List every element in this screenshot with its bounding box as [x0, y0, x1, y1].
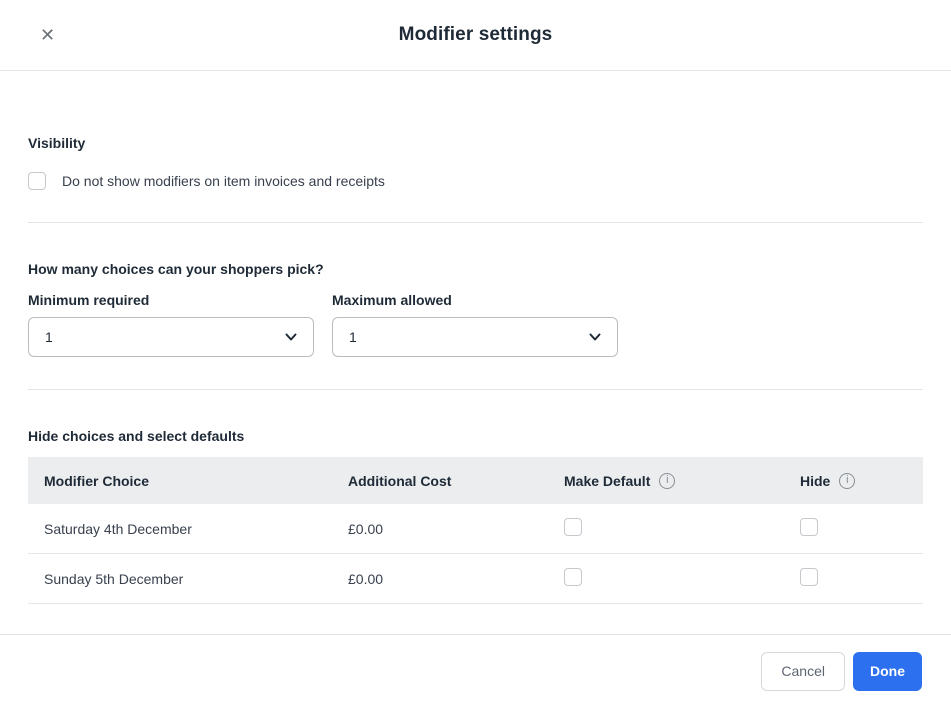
maximum-allowed-field: Maximum allowed 1 [332, 292, 618, 357]
table-row: Sunday 5th December £0.00 [28, 554, 923, 604]
visibility-checkbox-row: Do not show modifiers on item invoices a… [28, 172, 923, 190]
maximum-allowed-select[interactable]: 1 [332, 317, 618, 357]
hide-modifiers-checkbox[interactable] [28, 172, 46, 190]
info-icon[interactable]: i [659, 473, 675, 489]
modifier-choice-name: Saturday 4th December [28, 521, 348, 537]
hide-checkbox[interactable] [800, 568, 818, 586]
modal-header: ✕ Modifier settings [0, 0, 951, 71]
column-header-make-default: Make Default i [564, 473, 800, 489]
table-row: Saturday 4th December £0.00 [28, 504, 923, 554]
column-header-modifier-choice: Modifier Choice [28, 473, 348, 489]
minimum-required-label: Minimum required [28, 292, 314, 308]
info-icon[interactable]: i [839, 473, 855, 489]
visibility-heading: Visibility [28, 135, 923, 151]
close-icon[interactable]: ✕ [38, 24, 57, 46]
maximum-allowed-value: 1 [349, 329, 357, 345]
additional-cost-value: £0.00 [348, 521, 564, 537]
defaults-heading: Hide choices and select defaults [28, 428, 923, 444]
modifier-settings-modal: ✕ Modifier settings Visibility Do not sh… [0, 0, 951, 707]
chevron-down-icon [283, 329, 299, 345]
chevron-down-icon [587, 329, 603, 345]
maximum-allowed-label: Maximum allowed [332, 292, 618, 308]
minimum-required-value: 1 [45, 329, 53, 345]
modifier-choice-name: Sunday 5th December [28, 571, 348, 587]
modal-body: Visibility Do not show modifiers on item… [0, 135, 951, 604]
modal-footer: Cancel Done [0, 634, 951, 707]
make-default-checkbox[interactable] [564, 518, 582, 536]
done-button[interactable]: Done [853, 652, 922, 691]
cancel-button[interactable]: Cancel [761, 652, 845, 691]
column-header-additional-cost: Additional Cost [348, 473, 564, 489]
minimum-required-select[interactable]: 1 [28, 317, 314, 357]
page-title: Modifier settings [399, 24, 553, 46]
section-divider [28, 389, 923, 390]
hide-modifiers-label: Do not show modifiers on item invoices a… [62, 173, 385, 189]
additional-cost-value: £0.00 [348, 571, 564, 587]
make-default-checkbox[interactable] [564, 568, 582, 586]
choices-heading: How many choices can your shoppers pick? [28, 261, 923, 277]
section-divider [28, 222, 923, 223]
minimum-required-field: Minimum required 1 [28, 292, 314, 357]
table-header-row: Modifier Choice Additional Cost Make Def… [28, 457, 923, 504]
column-header-hide: Hide i [800, 473, 923, 489]
modifier-choices-table: Modifier Choice Additional Cost Make Def… [28, 457, 923, 604]
choices-fields: Minimum required 1 Maximum allowed 1 [28, 292, 923, 357]
hide-checkbox[interactable] [800, 518, 818, 536]
